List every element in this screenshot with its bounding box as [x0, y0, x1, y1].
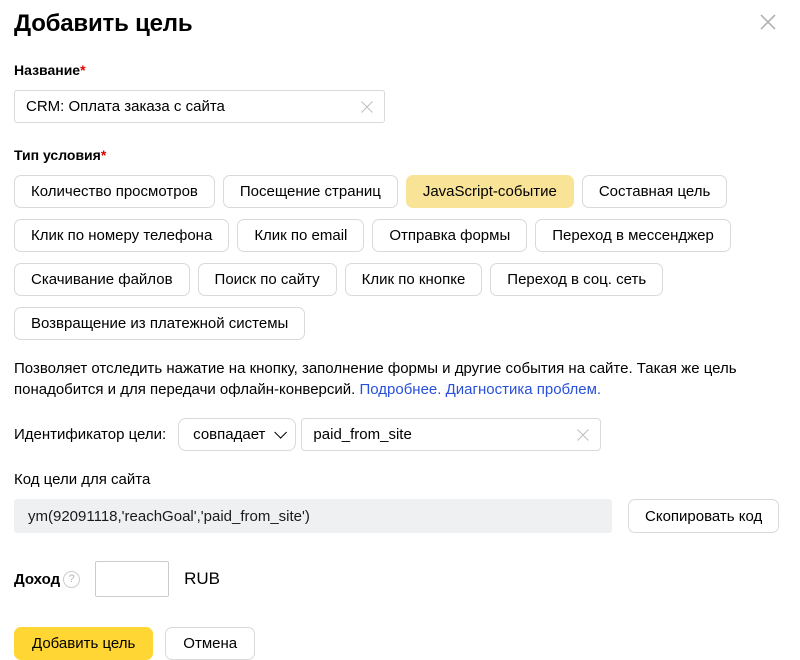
clear-icon [359, 103, 375, 118]
chip-messenger[interactable]: Переход в мессенджер [535, 219, 731, 252]
chip-pageviews-count[interactable]: Количество просмотров [14, 175, 215, 208]
description-text: Позволяет отследить нажатие на кнопку, з… [14, 358, 786, 400]
close-icon [758, 20, 778, 35]
chip-phone-click[interactable]: Клик по номеру телефона [14, 219, 229, 252]
name-field-label: Название* [14, 62, 786, 78]
goal-code-snippet: ym(92091118,'reachGoal','paid_from_site'… [14, 499, 612, 533]
condition-type-row-2: Клик по номеру телефона Клик по email От… [14, 219, 786, 252]
chip-javascript-event[interactable]: JavaScript-событие [406, 175, 574, 208]
copy-code-button[interactable]: Скопировать код [628, 499, 779, 533]
match-condition-select[interactable]: совпадает [178, 418, 296, 451]
chip-file-download[interactable]: Скачивание файлов [14, 263, 190, 296]
goal-identifier-row: Идентификатор цели: совпадает [14, 418, 786, 451]
goal-name-input-wrap [14, 90, 385, 123]
help-icon[interactable]: ? [63, 571, 80, 588]
income-label: Доход [14, 571, 60, 588]
condition-type-row-3: Скачивание файлов Поиск по сайту Клик по… [14, 263, 786, 296]
chip-payment-return[interactable]: Возвращение из платежной системы [14, 307, 305, 340]
cancel-button[interactable]: Отмена [165, 627, 255, 660]
chip-form-submit[interactable]: Отправка формы [372, 219, 527, 252]
chip-page-visits[interactable]: Посещение страниц [223, 175, 398, 208]
condition-type-row-1: Количество просмотров Посещение страниц … [14, 175, 786, 208]
name-label-text: Название [14, 62, 80, 78]
add-goal-button[interactable]: Добавить цель [14, 627, 153, 660]
required-asterisk: * [101, 147, 106, 163]
currency-label: RUB [184, 569, 220, 589]
dialog-header: Добавить цель [14, 10, 786, 38]
required-asterisk: * [80, 62, 85, 78]
condition-type-label-text: Тип условия [14, 147, 101, 163]
chip-email-click[interactable]: Клик по email [237, 219, 364, 252]
condition-type-row-4: Возвращение из платежной системы [14, 307, 786, 340]
learn-more-link[interactable]: Подробнее. [359, 381, 441, 398]
close-button[interactable] [758, 12, 778, 32]
clear-identifier-button[interactable] [575, 427, 591, 443]
goal-code-row: ym(92091118,'reachGoal','paid_from_site'… [14, 499, 786, 533]
page-title: Добавить цель [14, 10, 192, 38]
chip-site-search[interactable]: Поиск по сайту [198, 263, 337, 296]
identifier-input-wrap [301, 418, 601, 451]
goal-name-input[interactable] [15, 91, 384, 122]
select-value: совпадает [193, 426, 265, 443]
clear-icon [575, 431, 591, 446]
chip-button-click[interactable]: Клик по кнопке [345, 263, 483, 296]
identifier-label: Идентификатор цели: [14, 426, 166, 443]
chip-composite-goal[interactable]: Составная цель [582, 175, 727, 208]
identifier-input[interactable] [302, 419, 600, 450]
condition-type-label: Тип условия* [14, 147, 786, 163]
diagnostics-link[interactable]: Диагностика проблем. [446, 381, 601, 398]
dialog-footer: Добавить цель Отмена [14, 627, 786, 660]
goal-code-label: Код цели для сайта [14, 471, 786, 488]
chip-social-network[interactable]: Переход в соц. сеть [490, 263, 663, 296]
add-goal-dialog: Добавить цель Название* Тип условия* Кол… [0, 0, 800, 660]
income-row: Доход ? RUB [14, 561, 786, 597]
income-input[interactable] [95, 561, 169, 597]
chevron-down-icon [275, 426, 288, 439]
clear-name-button[interactable] [359, 99, 375, 115]
